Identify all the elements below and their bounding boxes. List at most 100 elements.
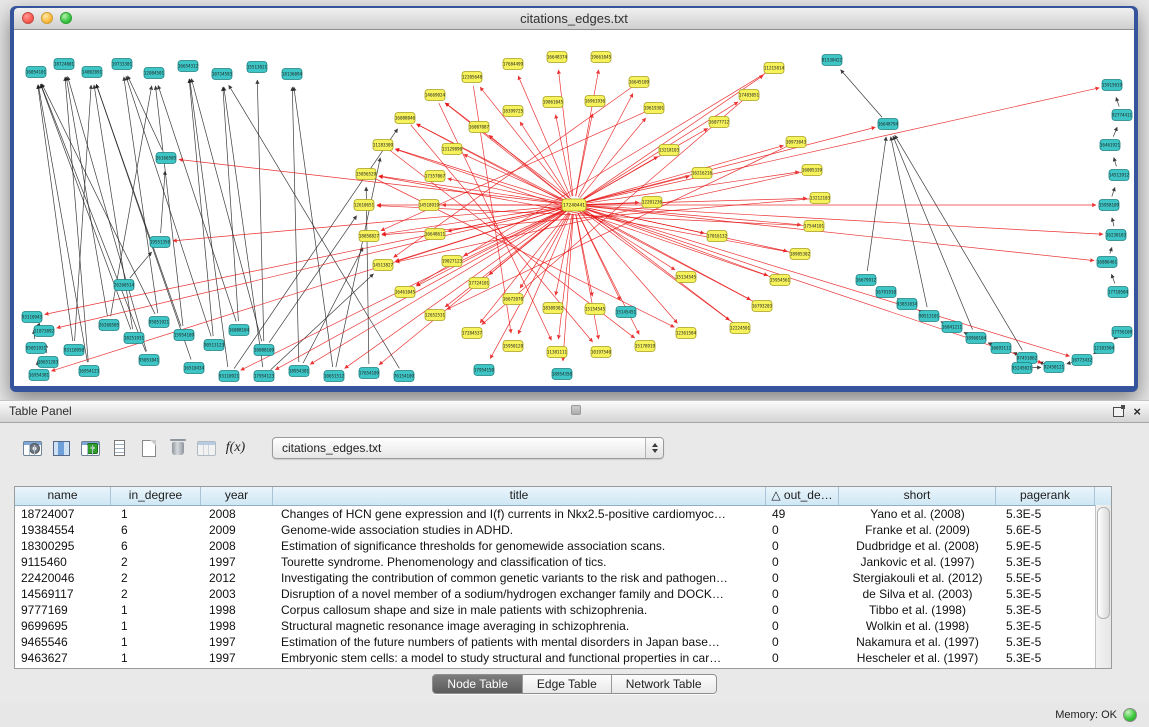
column-header-3[interactable]: title xyxy=(273,487,766,505)
table-cell: 2008 xyxy=(201,506,273,522)
graph-edge[interactable] xyxy=(582,208,767,275)
table-row[interactable]: 946362711997Embryonic stem cells: a mode… xyxy=(15,650,1111,666)
graph-edge[interactable] xyxy=(155,86,182,326)
panel-resize-grip[interactable] xyxy=(571,405,581,415)
float-panel-icon[interactable] xyxy=(1113,407,1124,417)
graph-edge[interactable] xyxy=(161,171,165,233)
graph-edge[interactable] xyxy=(583,127,876,203)
graph-node-label: 15950128 xyxy=(503,344,524,349)
graph-edge[interactable] xyxy=(65,77,88,362)
table-cell: Yano et al. (2008) xyxy=(839,506,996,522)
graph-node-label: 17240441 xyxy=(563,203,585,209)
graph-edge[interactable] xyxy=(448,179,565,204)
graph-edge[interactable] xyxy=(1114,338,1116,339)
graph-edge[interactable] xyxy=(841,70,883,117)
table-scrollbar[interactable] xyxy=(1095,505,1111,668)
graph-edge[interactable] xyxy=(445,103,567,199)
graph-edge[interactable] xyxy=(1112,218,1114,227)
window-titlebar[interactable]: citations_edges.txt xyxy=(14,8,1134,30)
graph-edge[interactable] xyxy=(381,112,646,231)
network-canvas[interactable]: 1724044112361584151789191019754011381111… xyxy=(14,30,1134,386)
graph-edge[interactable] xyxy=(1110,247,1112,253)
tab-node-table[interactable]: Node Table xyxy=(433,675,523,693)
graph-edge[interactable] xyxy=(576,114,593,196)
graph-edge[interactable] xyxy=(867,137,886,271)
graph-edge[interactable] xyxy=(583,208,1070,357)
table-row[interactable]: 969969511998Structural magnetic resonanc… xyxy=(15,618,1111,634)
edit-table-button[interactable]: + xyxy=(76,434,105,462)
graph-edge[interactable] xyxy=(445,211,567,307)
tab-network-table[interactable]: Network Table xyxy=(612,675,716,693)
graph-edge[interactable] xyxy=(580,118,646,198)
column-header-0[interactable]: name xyxy=(15,487,111,505)
graph-edge[interactable] xyxy=(45,207,565,315)
table-row[interactable]: 946554611997Estimation of the future num… xyxy=(15,634,1111,650)
graph-edge[interactable] xyxy=(382,206,565,234)
row-height-button[interactable] xyxy=(105,434,134,462)
graph-node-label: 14513912 xyxy=(1109,173,1130,178)
import-table-button[interactable] xyxy=(192,434,221,462)
graph-edge[interactable] xyxy=(40,84,130,329)
new-table-button[interactable] xyxy=(134,434,163,462)
table-row[interactable]: 1456911722003Disruption of a novel membe… xyxy=(15,586,1111,602)
graph-edge[interactable] xyxy=(1113,127,1117,137)
table-tabs: Node TableEdge TableNetwork Table xyxy=(0,674,1149,694)
table-row[interactable]: 977716911998Corpus callosum shape and si… xyxy=(15,602,1111,618)
graph-edge[interactable] xyxy=(583,205,1103,234)
graph-edge[interactable] xyxy=(520,122,569,198)
graph-edge[interactable] xyxy=(269,216,357,343)
graph-node-label: 15178919 xyxy=(635,344,656,349)
graph-edge[interactable] xyxy=(68,76,147,351)
graph-edge[interactable] xyxy=(582,128,708,200)
column-header-6[interactable]: pagerank xyxy=(996,487,1095,505)
graph-edge[interactable] xyxy=(191,79,261,342)
table-cell: 5.5E-5 xyxy=(996,570,1095,586)
graph-edge[interactable] xyxy=(1114,157,1117,166)
graph-edge[interactable] xyxy=(583,146,784,203)
graph-edge[interactable] xyxy=(94,85,133,329)
graph-edge[interactable] xyxy=(576,70,599,196)
graph-edge[interactable] xyxy=(303,248,363,363)
graph-edge[interactable] xyxy=(583,198,807,204)
graph-edge[interactable] xyxy=(891,137,927,307)
graph-edge[interactable] xyxy=(57,207,566,328)
graph-edge[interactable] xyxy=(379,176,791,252)
graph-edge[interactable] xyxy=(190,79,228,367)
graph-edge[interactable] xyxy=(556,115,573,196)
scrollbar-thumb[interactable] xyxy=(1097,507,1110,619)
graph-edge[interactable] xyxy=(1112,187,1115,196)
graph-edge[interactable] xyxy=(257,80,263,341)
table-row[interactable]: 1830029562008Estimation of significance … xyxy=(15,538,1111,554)
close-panel-icon[interactable]: × xyxy=(1133,401,1141,422)
column-header-5[interactable]: short xyxy=(839,487,996,505)
table-row[interactable]: 2242004622012Investigating the contribut… xyxy=(15,570,1111,586)
graph-edge[interactable] xyxy=(130,252,152,278)
table-row[interactable]: 911546021997Tourette syndrome. Phenomeno… xyxy=(15,554,1111,570)
delete-table-button[interactable] xyxy=(163,434,192,462)
graph-node-label: 19661045 xyxy=(591,55,612,60)
graph-node-label: 13212103 xyxy=(810,196,831,201)
graph-edge[interactable] xyxy=(124,77,158,313)
select-columns-button[interactable] xyxy=(47,434,76,462)
graph-edge[interactable] xyxy=(189,79,213,336)
column-header-4[interactable]: △ out_de… xyxy=(766,487,839,505)
graph-edge[interactable] xyxy=(558,70,572,196)
graph-edge[interactable] xyxy=(41,84,146,352)
table-settings-button[interactable] xyxy=(18,434,47,462)
graph-edge[interactable] xyxy=(66,77,107,316)
table-row[interactable]: 1872400712008Changes of HCN gene express… xyxy=(15,506,1111,522)
graph-edge[interactable] xyxy=(1111,274,1114,283)
table-select-dropdown[interactable]: citations_edges.txt xyxy=(272,437,664,459)
function-builder-button[interactable]: f(x) xyxy=(221,434,250,462)
graph-edge[interactable] xyxy=(292,87,298,362)
graph-node-label: 17357067 xyxy=(425,174,446,179)
graph-edge[interactable] xyxy=(895,135,1023,350)
column-header-2[interactable]: year xyxy=(201,487,273,505)
column-header-1[interactable]: in_degree xyxy=(111,487,201,505)
table-row[interactable]: 1938455462009Genome-wide association stu… xyxy=(15,522,1111,538)
network-graph[interactable]: 1724044112361584151789191019754011381111… xyxy=(14,30,1134,386)
graph-edge[interactable] xyxy=(1116,97,1119,106)
graph-edge[interactable] xyxy=(520,213,569,289)
graph-node-label: 15134545 xyxy=(676,275,697,280)
tab-edge-table[interactable]: Edge Table xyxy=(523,675,612,693)
